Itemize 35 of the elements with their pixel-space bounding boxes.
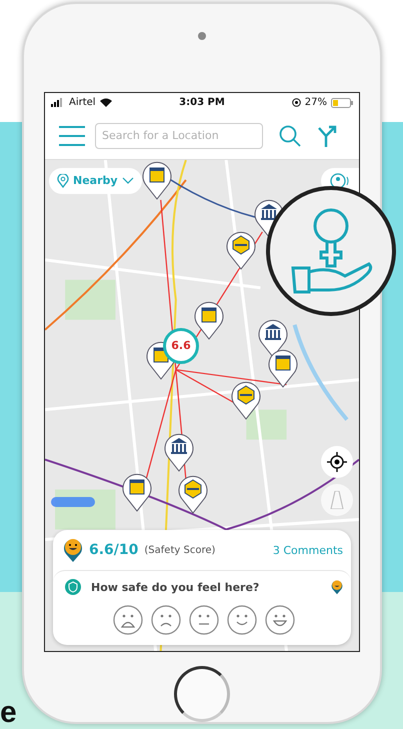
laugh-face-button[interactable] [265, 605, 295, 636]
menu-icon[interactable] [59, 126, 85, 146]
smiley-pin-icon [63, 538, 83, 562]
hexagon-sign-pin-icon[interactable] [177, 474, 209, 514]
signal-icon [51, 98, 65, 108]
chevron-down-icon [122, 176, 134, 185]
park-area [65, 280, 116, 320]
carrier-name: Airtel [69, 97, 96, 108]
battery-percent: 27% [304, 97, 327, 108]
caption-text-fragment: e [0, 696, 17, 729]
hexagon-sign-pin-icon[interactable] [230, 380, 262, 420]
smile-face-button[interactable] [227, 605, 257, 636]
wifi-icon [100, 98, 112, 108]
crying-face-button[interactable] [113, 605, 143, 636]
camera-dot [198, 32, 206, 40]
hexagon-sign-pin-icon[interactable] [225, 230, 257, 270]
smiley-pin-icon [331, 579, 343, 596]
person-signal-icon [330, 172, 350, 189]
clock-time: 3:03 PM [179, 97, 225, 108]
battery-icon [330, 98, 353, 108]
shield-badge-icon [65, 579, 81, 596]
location-pin-icon [57, 174, 69, 188]
feedback-question: How safe do you feel here? [91, 580, 260, 594]
search-field[interactable]: Search for a Location [95, 122, 263, 149]
crosshair-icon [327, 452, 347, 472]
road-icon [330, 490, 344, 509]
bank-pin-icon[interactable] [163, 432, 195, 472]
comments-link[interactable]: 3 Comments [272, 544, 343, 557]
neutral-face-button[interactable] [189, 605, 219, 636]
search-icon[interactable] [279, 124, 301, 147]
safety-score-value: 6.6/10 [89, 542, 138, 558]
safety-score-label: (Safety Score) [144, 544, 216, 556]
hand-holding-female-symbol-icon [289, 206, 373, 296]
sad-face-button[interactable] [151, 605, 181, 636]
route-split-icon[interactable] [317, 124, 337, 147]
